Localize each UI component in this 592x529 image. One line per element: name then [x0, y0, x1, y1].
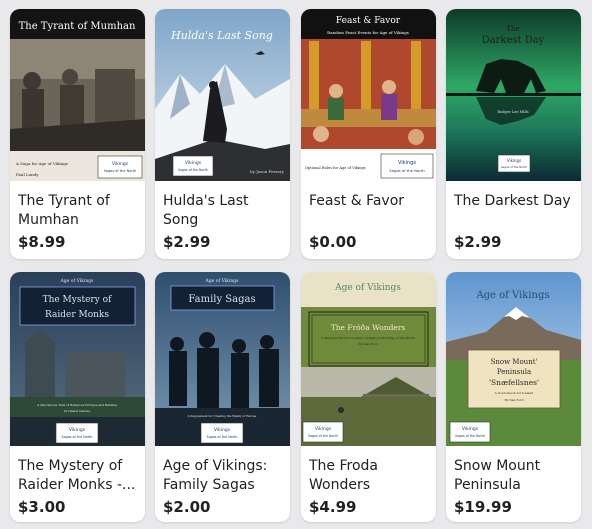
publisher-badge-icon: Vikings Sagas of the North	[55, 422, 99, 444]
svg-text:Sagas of the North: Sagas of the North	[501, 165, 527, 169]
cover-subtitle: Random Feast Events for Age of Vikings	[327, 30, 409, 35]
product-title[interactable]: The Darkest Day	[454, 192, 575, 230]
product-cover-image[interactable]: Age of Vikings The Mystery of Raider Mon…	[10, 272, 145, 446]
cover-author: Paul Landy	[16, 172, 39, 177]
cover-author: Rodger Lee Mills	[497, 110, 528, 114]
cover-headline-line1: Snow Mount'	[491, 358, 538, 366]
svg-text:Sagas of the North: Sagas of the North	[207, 435, 238, 439]
cover-headline-line1: The	[506, 25, 519, 33]
product-title[interactable]: The Froda Wonders	[309, 457, 430, 495]
cover-author: By Dan Ford	[504, 398, 523, 402]
cover-tagline: A Sourcebook for Iceland	[494, 391, 534, 395]
cover-headline: Family Sagas	[188, 294, 255, 305]
publisher-badge-icon: Vikings Sagas of the North	[97, 155, 143, 179]
svg-text:Sagas of the North: Sagas of the North	[308, 434, 338, 438]
cover-footer: Optional Rules for Age of Vikings	[305, 166, 366, 170]
cover-author: By Dan Ford	[358, 342, 377, 346]
publisher-badge-icon: Vikings Sagas of the North	[497, 154, 531, 173]
cover-headline: Feast & Favor	[336, 16, 401, 26]
cover-headline-line2: Peninsula	[497, 368, 531, 376]
svg-text:Sagas of the North: Sagas of the North	[389, 168, 425, 173]
svg-text:Sagas of the North: Sagas of the North	[104, 169, 137, 173]
product-price: $8.99	[18, 233, 66, 251]
cover-headline: The Tyrant of Mumhan	[19, 21, 136, 32]
cover-series: Age of Vikings	[475, 290, 549, 301]
svg-text:Sagas of the North: Sagas of the North	[178, 168, 208, 172]
publisher-badge-icon: Vikings Sagas of the North	[200, 422, 244, 444]
product-title[interactable]: Hulda's Last Song	[163, 192, 284, 230]
product-cover-image[interactable]: Age of Vikings The Fróða Wonders A Haunt…	[301, 272, 436, 446]
cover-series: Age of Vikings	[60, 278, 95, 284]
svg-text:Sagas of the North: Sagas of the North	[455, 434, 485, 438]
svg-text:Vikings: Vikings	[69, 427, 86, 433]
product-price: $3.00	[18, 498, 66, 516]
publisher-badge-icon: Vikings Sagas of the North	[302, 421, 344, 443]
product-card-snow-mount-peninsula[interactable]: Age of Vikings Snow Mount' Peninsula 'Sn…	[446, 272, 581, 522]
product-title[interactable]: Snow Mount Peninsula	[454, 457, 575, 495]
svg-text:Sagas of the North: Sagas of the North	[62, 435, 93, 439]
svg-text:Vikings: Vikings	[462, 426, 479, 432]
svg-text:Vikings: Vikings	[315, 426, 332, 432]
product-title[interactable]: The Mystery of Raider Monks -...	[18, 457, 139, 495]
cover-headline: The Fróða Wonders	[331, 323, 406, 332]
publisher-badge-icon: Vikings Sagas of the North	[449, 421, 491, 443]
product-card-froda-wonders[interactable]: Age of Vikings The Fróða Wonders A Haunt…	[301, 272, 436, 522]
product-price: $19.99	[454, 498, 512, 516]
product-price: $2.99	[454, 233, 502, 251]
product-title[interactable]: Age of Vikings: Family Sagas	[163, 457, 284, 495]
cover-series: Age of Vikings	[334, 283, 401, 293]
cover-footer: A Murderous Trail of Religious Intrigue …	[36, 403, 117, 407]
cover-series: Age of Vikings	[205, 278, 240, 284]
product-cover-image[interactable]: Hulda's Last Song by Jason Ferrary Vikin…	[155, 9, 290, 181]
cover-headline-line3: 'Snæfellsnes'	[489, 378, 539, 387]
product-card-feast-and-favor[interactable]: Feast & Favor Random Feast Events for Ag…	[301, 9, 436, 259]
product-price: $0.00	[309, 233, 357, 251]
product-title[interactable]: Feast & Favor	[309, 192, 430, 230]
cover-headline-line2: Raider Monks	[45, 310, 109, 320]
product-card-the-darkest-day[interactable]: The Darkest Day Rodger Lee Mills Vikings…	[446, 9, 581, 259]
cover-headline: Hulda's Last Song	[170, 29, 273, 42]
cover-subtitle: A Saga for Age of Vikings	[15, 161, 68, 166]
product-card-huldas-last-song[interactable]: Hulda's Last Song by Jason Ferrary Vikin…	[155, 9, 290, 259]
svg-text:Vikings: Vikings	[507, 158, 521, 163]
product-cover-image[interactable]: The Tyrant of Mumhan A Saga for Age of V…	[10, 9, 145, 181]
product-price: $2.00	[163, 498, 211, 516]
cover-author: by Daniel Galway	[64, 409, 91, 413]
product-card-tyrant-of-mumhan[interactable]: The Tyrant of Mumhan A Saga for Age of V…	[10, 9, 145, 259]
svg-text:Vikings: Vikings	[398, 160, 416, 166]
product-cover-image[interactable]: Feast & Favor Random Feast Events for Ag…	[301, 9, 436, 181]
product-card-family-sagas[interactable]: Age of Vikings Family Sagas A Supplement…	[155, 272, 290, 522]
cover-author: by Jason Ferrary	[250, 169, 284, 174]
product-cover-image[interactable]: The Darkest Day Rodger Lee Mills Vikings…	[446, 9, 581, 181]
svg-text:Vikings: Vikings	[185, 160, 202, 166]
product-price: $4.99	[309, 498, 357, 516]
cover-headline-line2: Darkest Day	[482, 35, 545, 46]
cover-headline-line1: The Mystery of	[43, 295, 113, 305]
svg-text:Vikings: Vikings	[112, 161, 129, 167]
publisher-badge-icon: Vikings Sagas of the North	[172, 155, 214, 177]
product-grid: The Tyrant of Mumhan A Saga for Age of V…	[0, 0, 592, 529]
svg-text:Vikings: Vikings	[214, 427, 231, 433]
publisher-badge-icon: Vikings Sagas of the North	[380, 153, 434, 179]
product-card-mystery-of-raider-monks[interactable]: Age of Vikings The Mystery of Raider Mon…	[10, 272, 145, 522]
cover-tagline: A Haunted Farm in Iceland, Caught on the…	[320, 336, 414, 340]
product-cover-image[interactable]: Age of Vikings Snow Mount' Peninsula 'Sn…	[446, 272, 581, 446]
product-cover-image[interactable]: Age of Vikings Family Sagas A Supplement…	[155, 272, 290, 446]
product-title[interactable]: The Tyrant of Mumhan	[18, 192, 139, 230]
cover-footer: A Supplement for Creating the Family of …	[187, 414, 257, 418]
product-price: $2.99	[163, 233, 211, 251]
